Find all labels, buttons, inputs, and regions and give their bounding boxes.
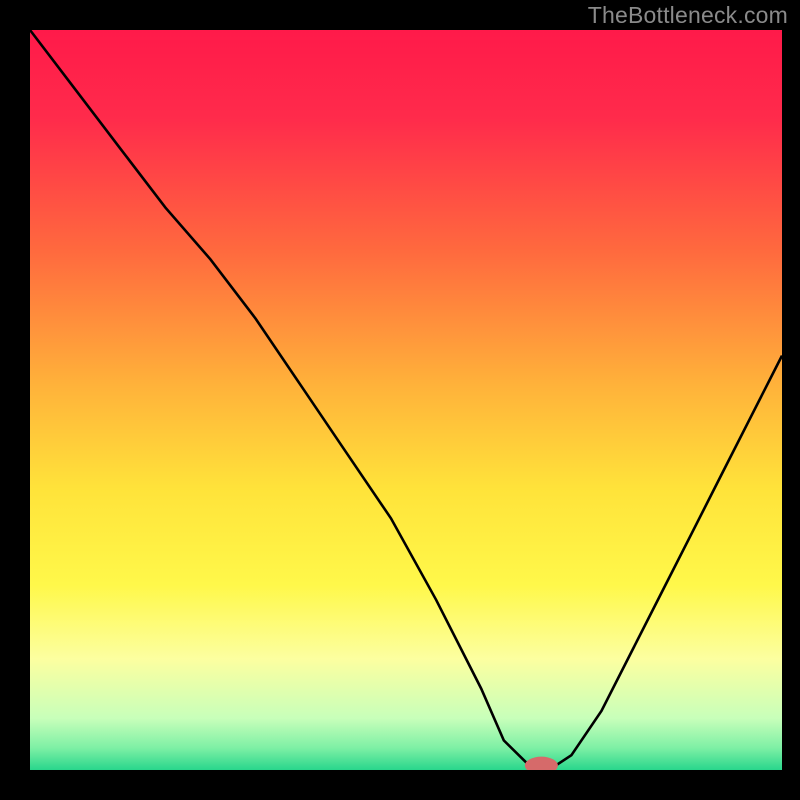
plot-background [30, 30, 782, 770]
watermark-text: TheBottleneck.com [588, 2, 788, 29]
frame [0, 770, 800, 800]
frame [0, 0, 30, 800]
chart-container: TheBottleneck.com [0, 0, 800, 800]
frame [782, 0, 800, 800]
bottleneck-chart [0, 0, 800, 800]
